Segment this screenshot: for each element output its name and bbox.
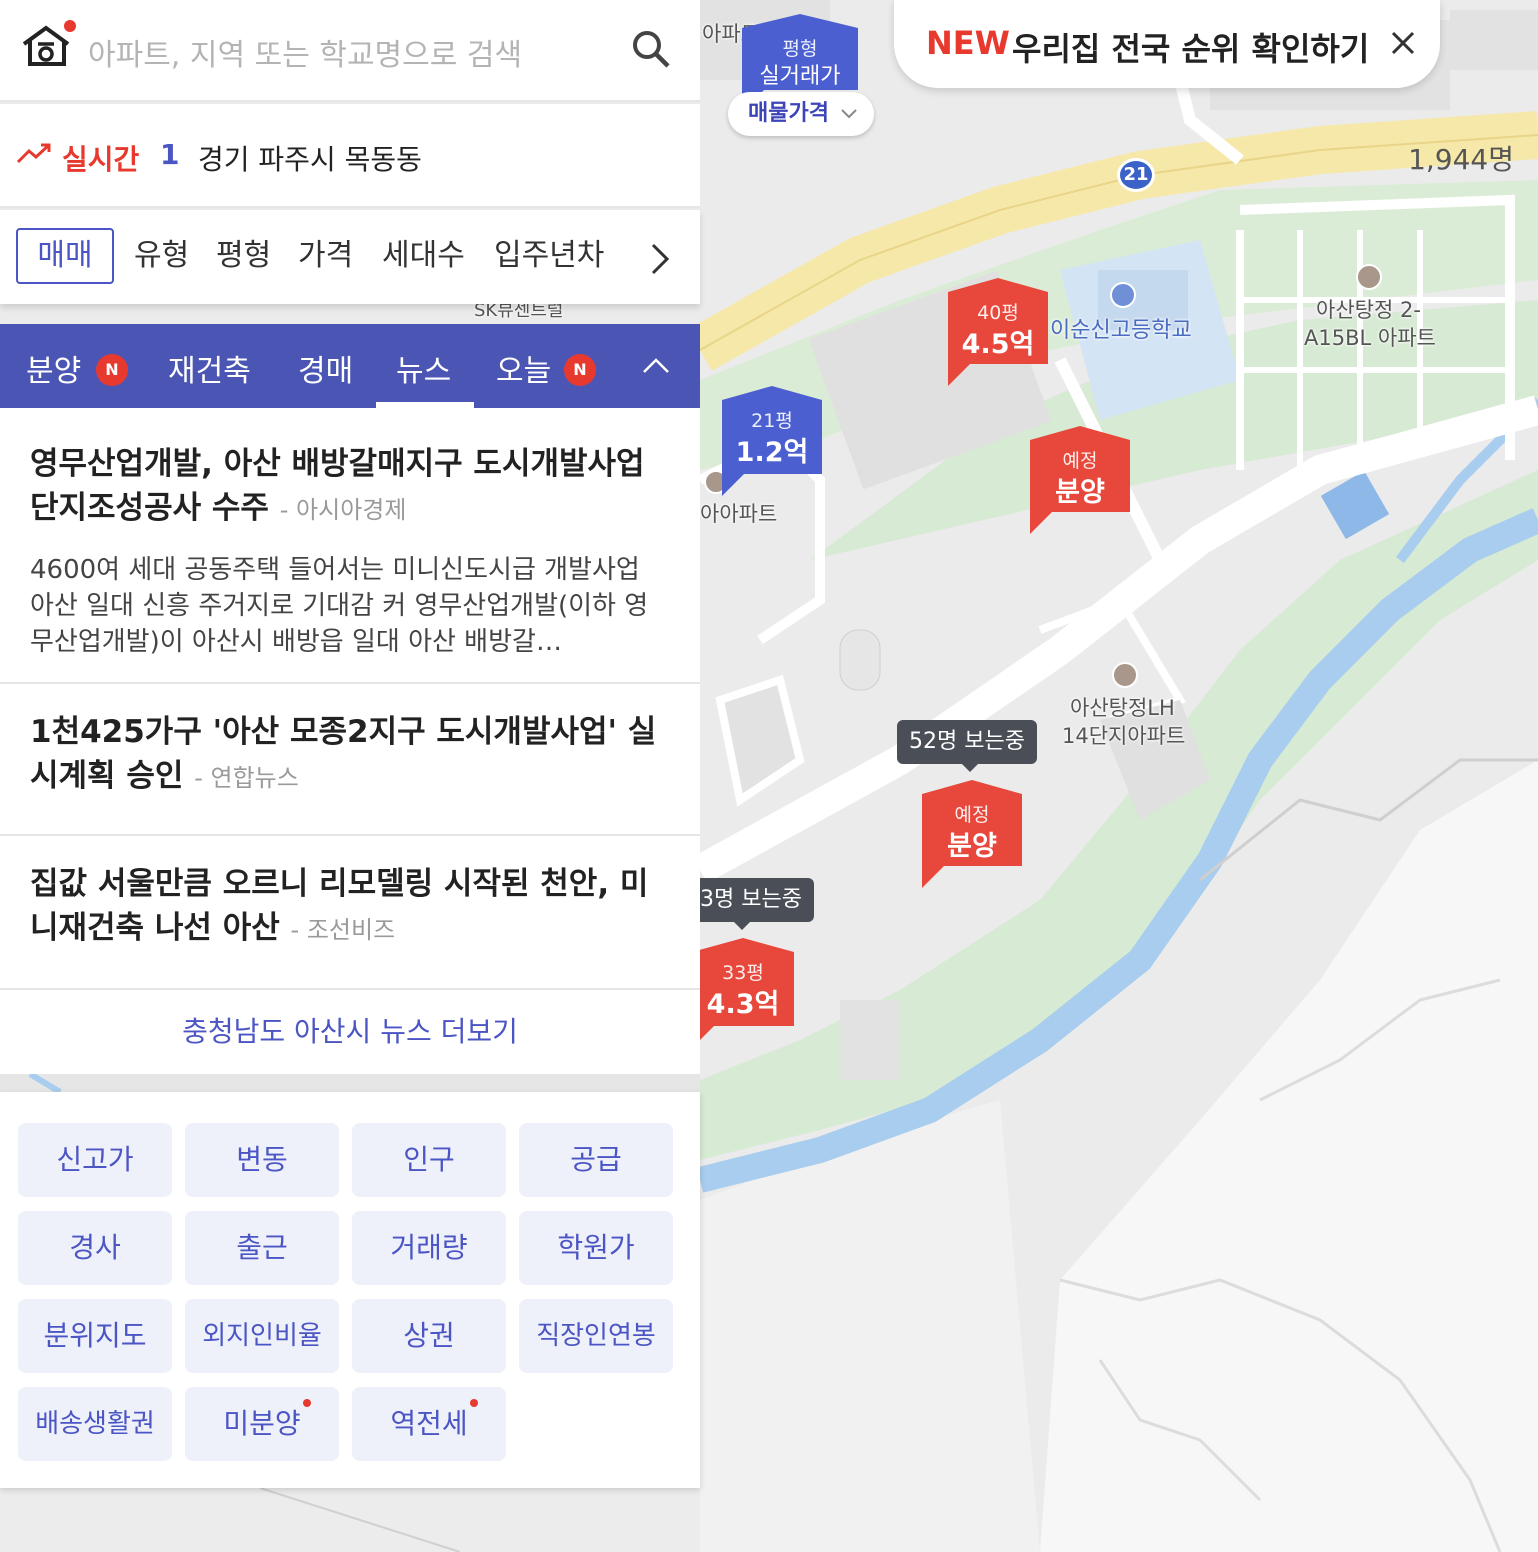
viewers-badge-pointer (734, 922, 750, 930)
filter-size[interactable]: 평형 (216, 230, 271, 274)
new-badge: N (96, 354, 128, 386)
search-bar[interactable]: 아파트, 지역 또는 학교명으로 검색 (0, 0, 700, 102)
apartment-label[interactable]: 14단지아파트 (1062, 720, 1185, 750)
chip-button[interactable]: 직장인연봉 (519, 1299, 673, 1373)
price-marker[interactable]: 33평 4.3억 (692, 938, 794, 1050)
tab-reconstruction[interactable]: 재건축 (168, 346, 251, 390)
tab-news[interactable]: 뉴스 (396, 346, 451, 390)
filter-year[interactable]: 입주년차 (494, 230, 604, 274)
viewers-badge: 3명 보는중 (700, 878, 814, 922)
chevron-down-icon (841, 109, 857, 119)
chip-button[interactable]: 분위지도 (18, 1299, 172, 1373)
new-dot (470, 1399, 478, 1407)
new-dot (303, 1399, 311, 1407)
trending-up-icon (16, 143, 51, 164)
notification-dot (64, 20, 76, 32)
chevron-right-icon[interactable] (650, 242, 670, 276)
news-source: - 조선비즈 (290, 916, 396, 944)
filter-trade-type[interactable]: 매매 (16, 228, 114, 284)
banner-new-label: NEW (926, 24, 1010, 62)
home-logo-icon[interactable] (20, 24, 72, 68)
marker-price-label: 1.2억 (735, 437, 809, 468)
filter-price[interactable]: 가격 (298, 230, 353, 274)
news-more-link[interactable]: 충청남도 아산시 뉴스 더보기 (0, 1010, 700, 1050)
marker-price-label: 4.5억 (961, 329, 1035, 360)
marker-price-label: 실거래가 (759, 64, 841, 89)
news-source: - 아시아경제 (279, 496, 407, 524)
route-21-shield: 21 (1117, 158, 1155, 192)
chip-button[interactable]: 공급 (519, 1123, 673, 1197)
marker-size-label: 33평 (722, 962, 764, 984)
chip-button[interactable]: 거래량 (352, 1211, 506, 1285)
marker-size-label: 40평 (977, 302, 1019, 324)
marker-size-label: 평형 (782, 38, 818, 60)
marker-price-label: 분양 (1055, 477, 1105, 508)
search-input[interactable]: 아파트, 지역 또는 학교명으로 검색 (88, 30, 522, 74)
realtime-label: 실시간 (62, 143, 140, 176)
news-item[interactable]: 집값 서울만큼 오르니 리모델링 시작된 천안, 미니재건축 나선 아산 - 조… (0, 836, 700, 990)
apartment-label[interactable]: 아산탕정 2- (1316, 294, 1421, 324)
apartment-label[interactable]: 아아파트 (700, 498, 777, 528)
tab-auction[interactable]: 경매 (298, 346, 353, 390)
chip-button[interactable]: 외지인비율 (185, 1299, 339, 1373)
filter-type[interactable]: 유형 (134, 230, 189, 274)
realtime-rank: 1 (160, 138, 180, 171)
news-source: - 연합뉴스 (194, 764, 299, 792)
rank-banner[interactable]: NEW 우리집 전국 순위 확인하기 (894, 0, 1440, 88)
price-type-dropdown[interactable]: 매물가격 (728, 92, 874, 136)
price-marker[interactable]: 예정분양 (1030, 426, 1130, 536)
marker-size-label: 예정 (954, 804, 990, 826)
apartment-label[interactable]: 아산탕정LH (1070, 692, 1175, 722)
chip-button[interactable]: 학원가 (519, 1211, 673, 1285)
apartment-icon (1356, 264, 1382, 290)
chip-button[interactable]: 변동 (185, 1123, 339, 1197)
news-title-text: 1천425가구 '아산 모종2지구 도시개발사업' 실시계획 승인 (30, 714, 657, 794)
close-icon[interactable] (1390, 30, 1416, 56)
new-badge: N (564, 354, 596, 386)
chip-button[interactable]: 인구 (352, 1123, 506, 1197)
chip-button[interactable]: 출근 (185, 1211, 339, 1285)
chip-button[interactable]: 역전세 (352, 1387, 506, 1461)
realtime-count: 1,944명 (1408, 143, 1514, 176)
price-marker[interactable]: 예정분양 (922, 780, 1022, 890)
news-list: 영무산업개발, 아산 배방갈매지구 도시개발사업 단지조성공사 수주 - 아시아… (0, 408, 700, 1074)
marker-price-label: 4.3억 (706, 989, 780, 1020)
school-label[interactable]: 이순신고등학교 (1050, 312, 1192, 344)
news-title: 1천425가구 '아산 모종2지구 도시개발사업' 실시계획 승인 - 연합뉴스 (30, 710, 670, 800)
chip-button[interactable]: 경사 (18, 1211, 172, 1285)
chip-button[interactable]: 미분양 (185, 1387, 339, 1461)
marker-price-label: 분양 (947, 831, 997, 862)
search-icon[interactable] (630, 28, 672, 70)
marker-size-label: 예정 (1062, 450, 1098, 472)
filter-households[interactable]: 세대수 (382, 230, 465, 274)
tab-presale[interactable]: 분양 (26, 346, 81, 390)
price-marker[interactable]: 21평 1.2억 (722, 386, 822, 498)
price-type-label: 매물가격 (748, 101, 829, 126)
news-title: 영무산업개발, 아산 배방갈매지구 도시개발사업 단지조성공사 수주 - 아시아… (30, 442, 670, 532)
viewers-badge: 52명 보는중 (897, 720, 1037, 764)
realtime-place[interactable]: 경기 파주시 목동동 (198, 138, 422, 178)
price-marker[interactable]: 40평 4.5억 (948, 278, 1048, 388)
apartment-icon (1112, 662, 1138, 688)
chevron-up-icon[interactable] (642, 356, 670, 374)
marker-size-label: 21평 (751, 410, 793, 432)
chip-button[interactable]: 배송생활권 (18, 1387, 172, 1461)
viewers-badge-pointer (962, 764, 978, 772)
school-icon (1110, 282, 1136, 308)
tab-today[interactable]: 오늘 (496, 346, 551, 390)
chip-button[interactable]: 상권 (352, 1299, 506, 1373)
chip-button[interactable]: 신고가 (18, 1123, 172, 1197)
apartment-label[interactable]: A15BL 아파트 (1304, 322, 1436, 352)
news-item[interactable]: 1천425가구 '아산 모종2지구 도시개발사업' 실시계획 승인 - 연합뉴스 (0, 684, 700, 836)
news-body: 4600여 세대 공동주택 들어서는 미니신도시급 개발사업 아산 일대 신흥 … (30, 555, 649, 657)
banner-text: 우리집 전국 순위 확인하기 (1012, 30, 1370, 68)
news-title: 집값 서울만큼 오르니 리모델링 시작된 천안, 미니재건축 나선 아산 - 조… (30, 862, 670, 952)
news-item[interactable]: 영무산업개발, 아산 배방갈매지구 도시개발사업 단지조성공사 수주 - 아시아… (0, 408, 700, 684)
